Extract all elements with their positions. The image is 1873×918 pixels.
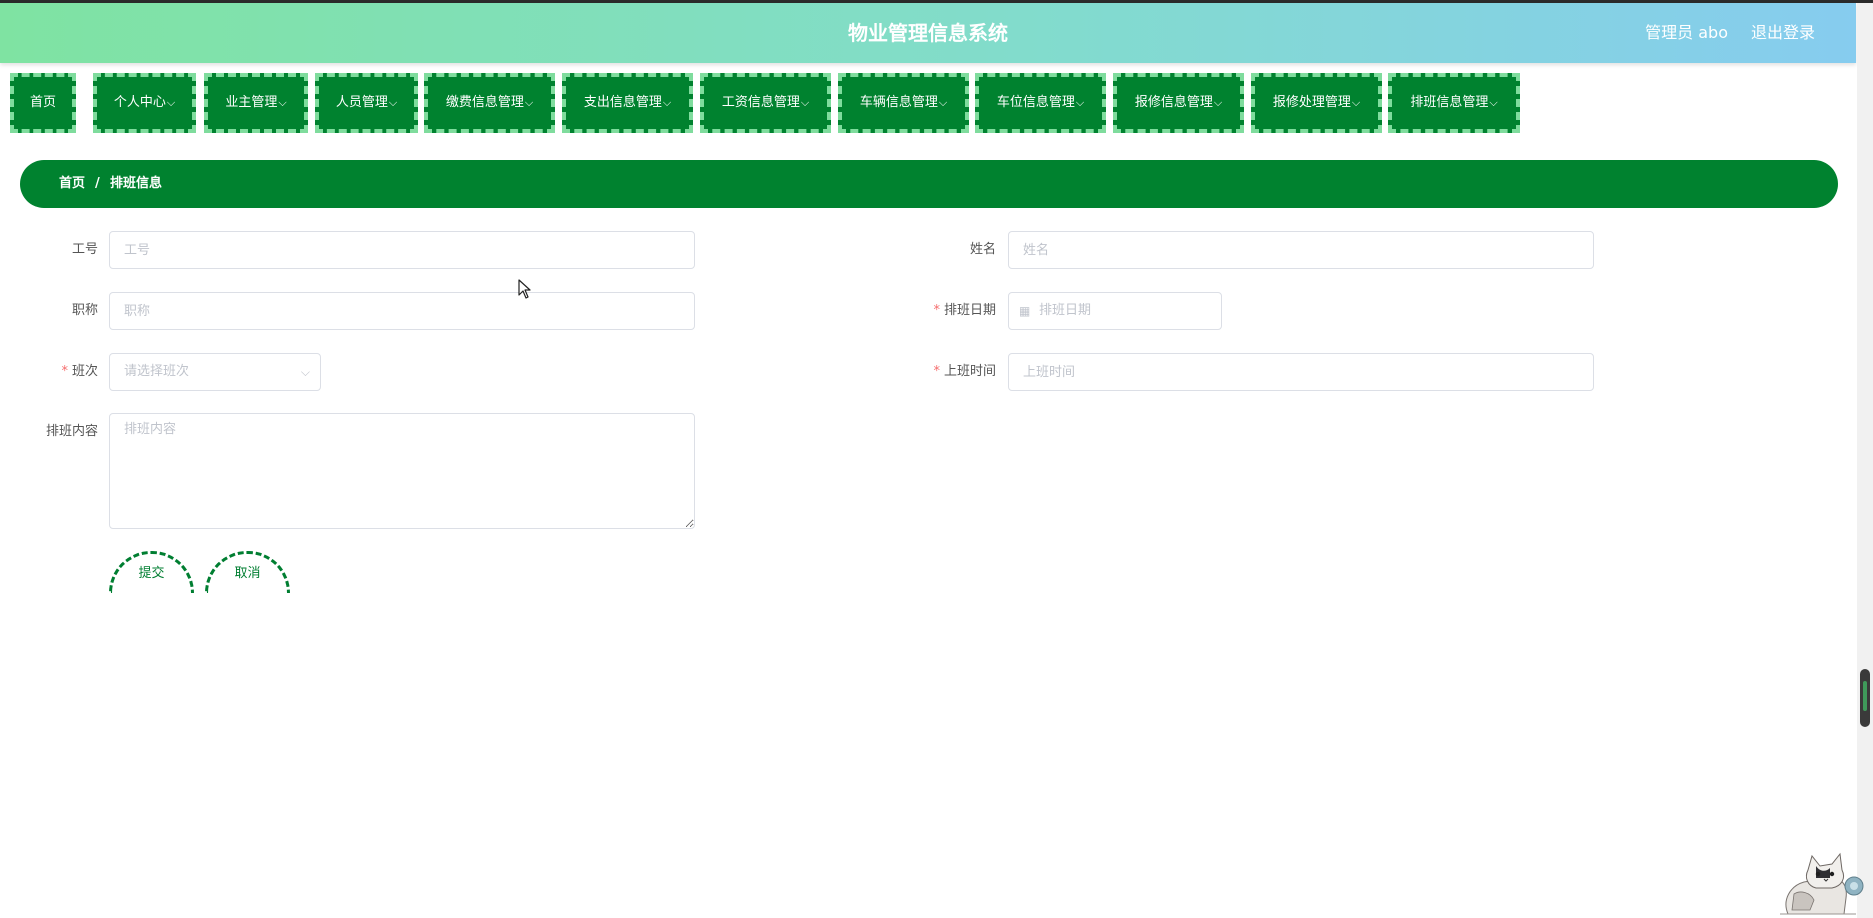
submit-button[interactable]: 提交	[109, 551, 194, 593]
nav-item-staff-management[interactable]: 人员管理⌵	[315, 73, 418, 133]
scrollbar-thumb[interactable]	[1860, 669, 1870, 727]
logout-link[interactable]: 退出登录	[1751, 3, 1815, 63]
breadcrumb-home[interactable]: 首页	[59, 160, 85, 208]
required-mark: *	[61, 364, 68, 379]
schedule-date-label-text: 排班日期	[943, 303, 996, 318]
chevron-down-icon: ⌵	[1213, 96, 1223, 109]
field-label-title: 职称	[71, 303, 98, 318]
field-label-employee-id: 工号	[71, 242, 98, 257]
page-scrollbar[interactable]	[1857, 3, 1873, 918]
nav-item-expense-management[interactable]: 支出信息管理⌵	[562, 73, 693, 133]
nav-item-label: 工资信息管理	[721, 95, 800, 110]
breadcrumb-current: 排班信息	[110, 176, 163, 191]
shift-select[interactable]: 请选择班次 ⌵	[109, 353, 321, 391]
shift-label-text: 班次	[71, 364, 98, 379]
scrollbar-grip	[1863, 681, 1867, 711]
nav-item-vehicle-management[interactable]: 车辆信息管理⌵	[838, 73, 969, 133]
nav-item-payment-management[interactable]: 缴费信息管理⌵	[424, 73, 555, 133]
field-label-start-time: * 上班时间	[900, 353, 996, 391]
nav-item-label: 缴费信息管理	[445, 95, 524, 110]
nav-item-repair-handling-management[interactable]: 报修处理管理⌵	[1251, 73, 1382, 133]
cat-mascot-icon	[1780, 852, 1864, 915]
shift-select-placeholder: 请选择班次	[124, 364, 190, 379]
nav-item-label: 车辆信息管理	[859, 95, 938, 110]
cancel-button[interactable]: 取消	[205, 551, 290, 593]
mouse-cursor-icon	[518, 279, 531, 299]
name-input[interactable]	[1008, 231, 1594, 269]
breadcrumb-separator: /	[95, 176, 100, 191]
chevron-down-icon: ⌵	[938, 96, 948, 109]
nav-item-label: 人员管理	[335, 95, 388, 110]
nav-item-personal-center[interactable]: 个人中心⌵	[93, 73, 196, 133]
nav-item-parking-management[interactable]: 车位信息管理⌵	[975, 73, 1106, 133]
chevron-down-icon: ⌵	[662, 96, 672, 109]
nav-item-label: 报修处理管理	[1272, 95, 1351, 110]
required-mark: *	[933, 303, 940, 318]
chevron-down-icon: ⌵	[800, 96, 810, 109]
field-label-name: 姓名	[969, 242, 996, 257]
job-title-input[interactable]	[109, 292, 695, 330]
schedule-date-picker[interactable]: ▦ 排班日期	[1008, 292, 1222, 330]
schedule-content-textarea[interactable]	[109, 413, 695, 529]
required-mark: *	[933, 364, 940, 379]
field-label-shift: * 班次	[20, 353, 98, 391]
nav-item-home[interactable]: 首页	[10, 73, 76, 133]
nav-item-salary-management[interactable]: 工资信息管理⌵	[700, 73, 831, 133]
calendar-icon: ▦	[1019, 304, 1031, 318]
current-user: 管理员 abo	[1645, 23, 1728, 42]
chevron-down-icon: ⌵	[300, 365, 310, 379]
nav-item-label: 报修信息管理	[1134, 95, 1213, 110]
nav-item-label: 业主管理	[225, 95, 278, 110]
field-label-schedule-content: 排班内容	[45, 424, 98, 439]
nav-item-repair-info-management[interactable]: 报修信息管理⌵	[1113, 73, 1244, 133]
employee-id-input[interactable]	[109, 231, 695, 269]
nav-item-schedule-management[interactable]: 排班信息管理⌵	[1388, 73, 1520, 133]
nav-item-label: 车位信息管理	[996, 95, 1075, 110]
nav-item-owner-management[interactable]: 业主管理⌵	[204, 73, 308, 133]
chevron-down-icon: ⌵	[1351, 96, 1361, 109]
chevron-down-icon: ⌵	[278, 96, 287, 109]
chevron-down-icon: ⌵	[1075, 96, 1085, 109]
nav-item-label: 排班信息管理	[1410, 95, 1489, 110]
chevron-down-icon: ⌵	[524, 96, 534, 109]
chevron-down-icon: ⌵	[388, 96, 398, 109]
field-label-schedule-date: * 排班日期	[900, 292, 996, 330]
schedule-date-placeholder: 排班日期	[1039, 303, 1092, 318]
nav-item-label: 首页	[29, 95, 56, 110]
nav-item-label: 支出信息管理	[583, 95, 662, 110]
nav-item-label: 个人中心	[113, 95, 166, 110]
start-time-input[interactable]	[1008, 353, 1594, 391]
chevron-down-icon: ⌵	[1489, 96, 1498, 109]
start-time-label-text: 上班时间	[943, 364, 996, 379]
app-title: 物业管理信息系统	[848, 21, 1008, 45]
chevron-down-icon: ⌵	[166, 96, 176, 109]
app-header: 物业管理信息系统 管理员 abo 退出登录	[0, 3, 1856, 63]
breadcrumb: 首页 / 排班信息	[20, 160, 1838, 208]
